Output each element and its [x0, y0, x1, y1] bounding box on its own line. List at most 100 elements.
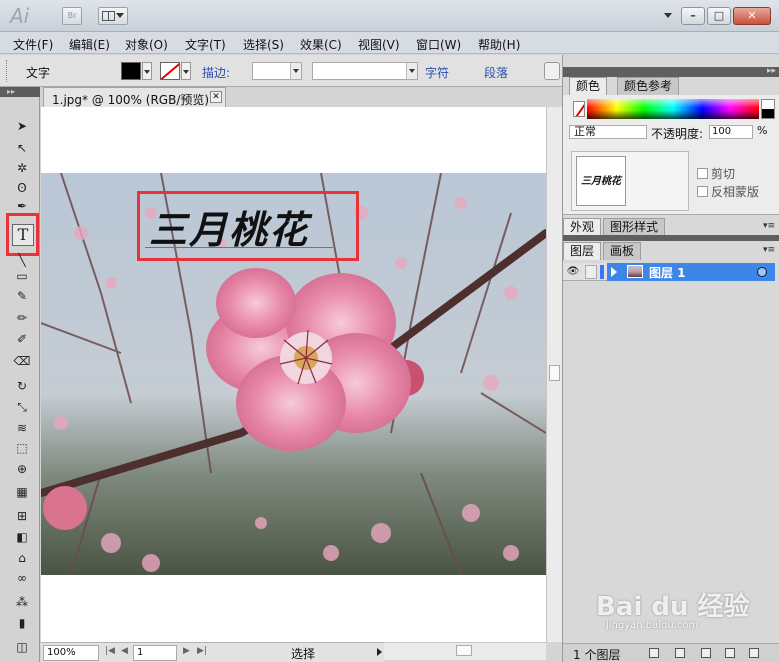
- column-graph-tool-icon[interactable]: ▮: [12, 614, 32, 632]
- minimize-button[interactable]: –: [681, 7, 705, 25]
- menu-type[interactable]: 文字(T): [185, 36, 226, 53]
- tab-layers[interactable]: 图层: [563, 242, 602, 260]
- tools-panel-header[interactable]: ▸▸: [0, 87, 40, 97]
- gradient-tool-icon[interactable]: ◧: [12, 528, 32, 546]
- appearance-panel-divider: [563, 235, 779, 241]
- paintbrush-tool-icon[interactable]: ✎: [12, 287, 32, 305]
- layer-selected-bar[interactable]: 图层 1: [607, 263, 775, 281]
- expand-triangle-icon[interactable]: [611, 267, 617, 277]
- maximize-button[interactable]: □: [707, 7, 731, 25]
- tab-graphic-styles[interactable]: 图形样式: [603, 218, 666, 236]
- workspace-switcher[interactable]: [664, 13, 672, 18]
- artboard-tool-icon[interactable]: ◫: [12, 638, 32, 656]
- direct-selection-tool-icon[interactable]: ↖: [12, 139, 32, 157]
- eyedropper-tool-icon[interactable]: ⌂: [12, 549, 32, 567]
- artboard-select[interactable]: 1: [133, 645, 177, 661]
- title-bar: Ai Br – □ ✕: [0, 0, 779, 32]
- layers-footer: 1 个图层: [563, 643, 779, 662]
- menu-select[interactable]: 选择(S): [243, 36, 284, 53]
- panel-menu-icon[interactable]: ▾≡: [763, 245, 775, 255]
- next-artboard-icon[interactable]: ▶: [183, 646, 190, 656]
- stroke-color-swatch[interactable]: [160, 62, 180, 80]
- selection-tool-icon[interactable]: ➤: [12, 117, 32, 135]
- headline-text-object[interactable]: 三月桃花: [149, 199, 309, 254]
- menu-effect[interactable]: 效果(C): [300, 36, 342, 53]
- type-tool-highlight: [6, 213, 39, 256]
- status-menu-icon[interactable]: [377, 648, 382, 656]
- lasso-tool-icon[interactable]: ʘ: [12, 179, 32, 197]
- arrange-documents-button[interactable]: [98, 7, 128, 25]
- none-color-swatch[interactable]: [573, 101, 585, 117]
- prev-artboard-icon[interactable]: ◀: [121, 646, 128, 656]
- rotate-tool-icon[interactable]: ↻: [12, 377, 32, 395]
- bridge-button[interactable]: Br: [62, 7, 82, 25]
- eraser-tool-icon[interactable]: ⌫: [12, 352, 32, 370]
- vertical-scrollbar[interactable]: [546, 107, 562, 642]
- paragraph-panel-link[interactable]: 段落: [484, 64, 508, 81]
- color-spectrum[interactable]: [587, 99, 759, 119]
- menu-object[interactable]: 对象(O): [125, 36, 168, 53]
- font-family-select[interactable]: [312, 62, 418, 80]
- artboard-canvas[interactable]: 三月桃花: [41, 107, 546, 642]
- close-button[interactable]: ✕: [733, 7, 771, 25]
- tab-color-guide[interactable]: 颜色参考: [617, 77, 680, 95]
- tab-artboards[interactable]: 画板: [603, 242, 642, 260]
- magic-wand-tool-icon[interactable]: ✲: [12, 159, 32, 177]
- scale-tool-icon[interactable]: ⤡: [12, 398, 32, 416]
- black-white-swatch[interactable]: [761, 99, 775, 119]
- horizontal-scrollbar[interactable]: [384, 642, 546, 660]
- character-panel-link[interactable]: 字符: [425, 64, 449, 81]
- control-bar-grip[interactable]: [6, 60, 10, 82]
- tab-appearance[interactable]: 外观: [563, 218, 602, 236]
- object-thumbnail[interactable]: 三月桃花: [576, 156, 626, 206]
- opacity-field[interactable]: 100: [709, 125, 753, 139]
- layer-row[interactable]: 👁 图层 1: [563, 263, 775, 281]
- free-transform-tool-icon[interactable]: ⬚: [12, 439, 32, 457]
- symbol-sprayer-tool-icon[interactable]: ⁂: [12, 593, 32, 611]
- first-artboard-icon[interactable]: |◀: [105, 646, 115, 656]
- fill-color-swatch[interactable]: [121, 62, 141, 80]
- blend-mode-select[interactable]: 正常: [569, 125, 647, 139]
- control-bar-menu-button[interactable]: [544, 62, 560, 80]
- vertical-scroll-thumb[interactable]: [549, 365, 560, 381]
- zoom-select[interactable]: 100%: [43, 645, 99, 661]
- new-layer-icon[interactable]: [725, 648, 735, 658]
- pencil-tool-icon[interactable]: ✏: [12, 309, 32, 327]
- stroke-label-link[interactable]: 描边:: [202, 64, 230, 81]
- invert-mask-checkbox[interactable]: 反相蒙版: [697, 183, 759, 200]
- trash-icon[interactable]: [749, 648, 759, 658]
- rectangle-tool-icon[interactable]: ▭: [12, 267, 32, 285]
- menu-help[interactable]: 帮助(H): [478, 36, 520, 53]
- blend-tool-icon[interactable]: ∞: [12, 569, 32, 587]
- make-clipping-mask-icon[interactable]: [675, 648, 685, 658]
- menu-edit[interactable]: 编辑(E): [69, 36, 110, 53]
- clip-checkbox[interactable]: 剪切: [697, 165, 735, 182]
- lock-toggle[interactable]: [585, 265, 597, 279]
- tab-color[interactable]: 颜色: [569, 77, 608, 95]
- horizontal-scroll-thumb[interactable]: [456, 645, 472, 656]
- target-icon[interactable]: [757, 267, 767, 277]
- layer-name[interactable]: 图层 1: [649, 264, 686, 281]
- fill-dropdown[interactable]: [142, 62, 152, 80]
- warp-tool-icon[interactable]: ≋: [12, 419, 32, 437]
- checkbox-icon: [697, 186, 708, 197]
- mesh-tool-icon[interactable]: ⊞: [12, 507, 32, 525]
- new-sublayer-icon[interactable]: [701, 648, 711, 658]
- perspective-grid-tool-icon[interactable]: ▦: [12, 483, 32, 501]
- menu-window[interactable]: 窗口(W): [416, 36, 461, 53]
- document-tab[interactable]: 1.jpg* @ 100% (RGB/预览) ✕: [43, 87, 226, 107]
- menu-file[interactable]: 文件(F): [13, 36, 53, 53]
- checkbox-icon: [697, 168, 708, 179]
- panel-menu-icon[interactable]: ▾≡: [763, 221, 775, 231]
- last-artboard-icon[interactable]: ▶|: [197, 646, 207, 656]
- eye-icon[interactable]: 👁: [566, 265, 580, 279]
- menu-view[interactable]: 视图(V): [358, 36, 400, 53]
- color-panel-header[interactable]: ▸▸: [563, 66, 779, 77]
- locate-object-icon[interactable]: [649, 648, 659, 658]
- clip-label: 剪切: [711, 167, 736, 181]
- stroke-weight-field[interactable]: [252, 62, 302, 80]
- shape-builder-tool-icon[interactable]: ⊕: [12, 460, 32, 478]
- stroke-dropdown[interactable]: [181, 62, 191, 80]
- close-tab-icon[interactable]: ✕: [210, 91, 222, 103]
- blob-brush-tool-icon[interactable]: ✐: [12, 330, 32, 348]
